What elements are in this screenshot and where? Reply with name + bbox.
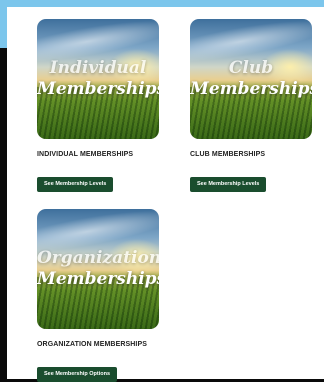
image-title-line1: Organization [37, 248, 159, 268]
image-title-line1: Individual [49, 58, 147, 78]
organization-memberships-image-title: Organization Memberships [37, 248, 159, 290]
individual-memberships-image[interactable]: Individual Memberships [37, 19, 159, 139]
individual-memberships-label: INDIVIDUAL MEMBERSHIPS [37, 151, 134, 158]
see-club-membership-levels-button[interactable]: See Membership Levels [190, 177, 267, 192]
see-organization-membership-options-button[interactable]: See Membership Options [37, 367, 118, 382]
club-memberships-label: CLUB MEMBERSHIPS [190, 151, 266, 158]
club-memberships-image[interactable]: Club Memberships [190, 19, 312, 139]
image-title-line2: Memberships [37, 79, 159, 99]
left-accent-strip [0, 0, 7, 48]
image-title-line2: Memberships [37, 269, 159, 289]
club-memberships-image-title: Club Memberships [190, 58, 312, 100]
organization-memberships-image[interactable]: Organization Memberships [37, 209, 159, 329]
image-title-line1: Club [228, 58, 274, 78]
see-individual-membership-levels-button[interactable]: See Membership Levels [37, 177, 114, 192]
individual-memberships-image-title: Individual Memberships [37, 58, 159, 100]
organization-memberships-label: ORGANIZATION MEMBERSHIPS [37, 341, 147, 348]
image-title-line2: Memberships [190, 79, 312, 99]
